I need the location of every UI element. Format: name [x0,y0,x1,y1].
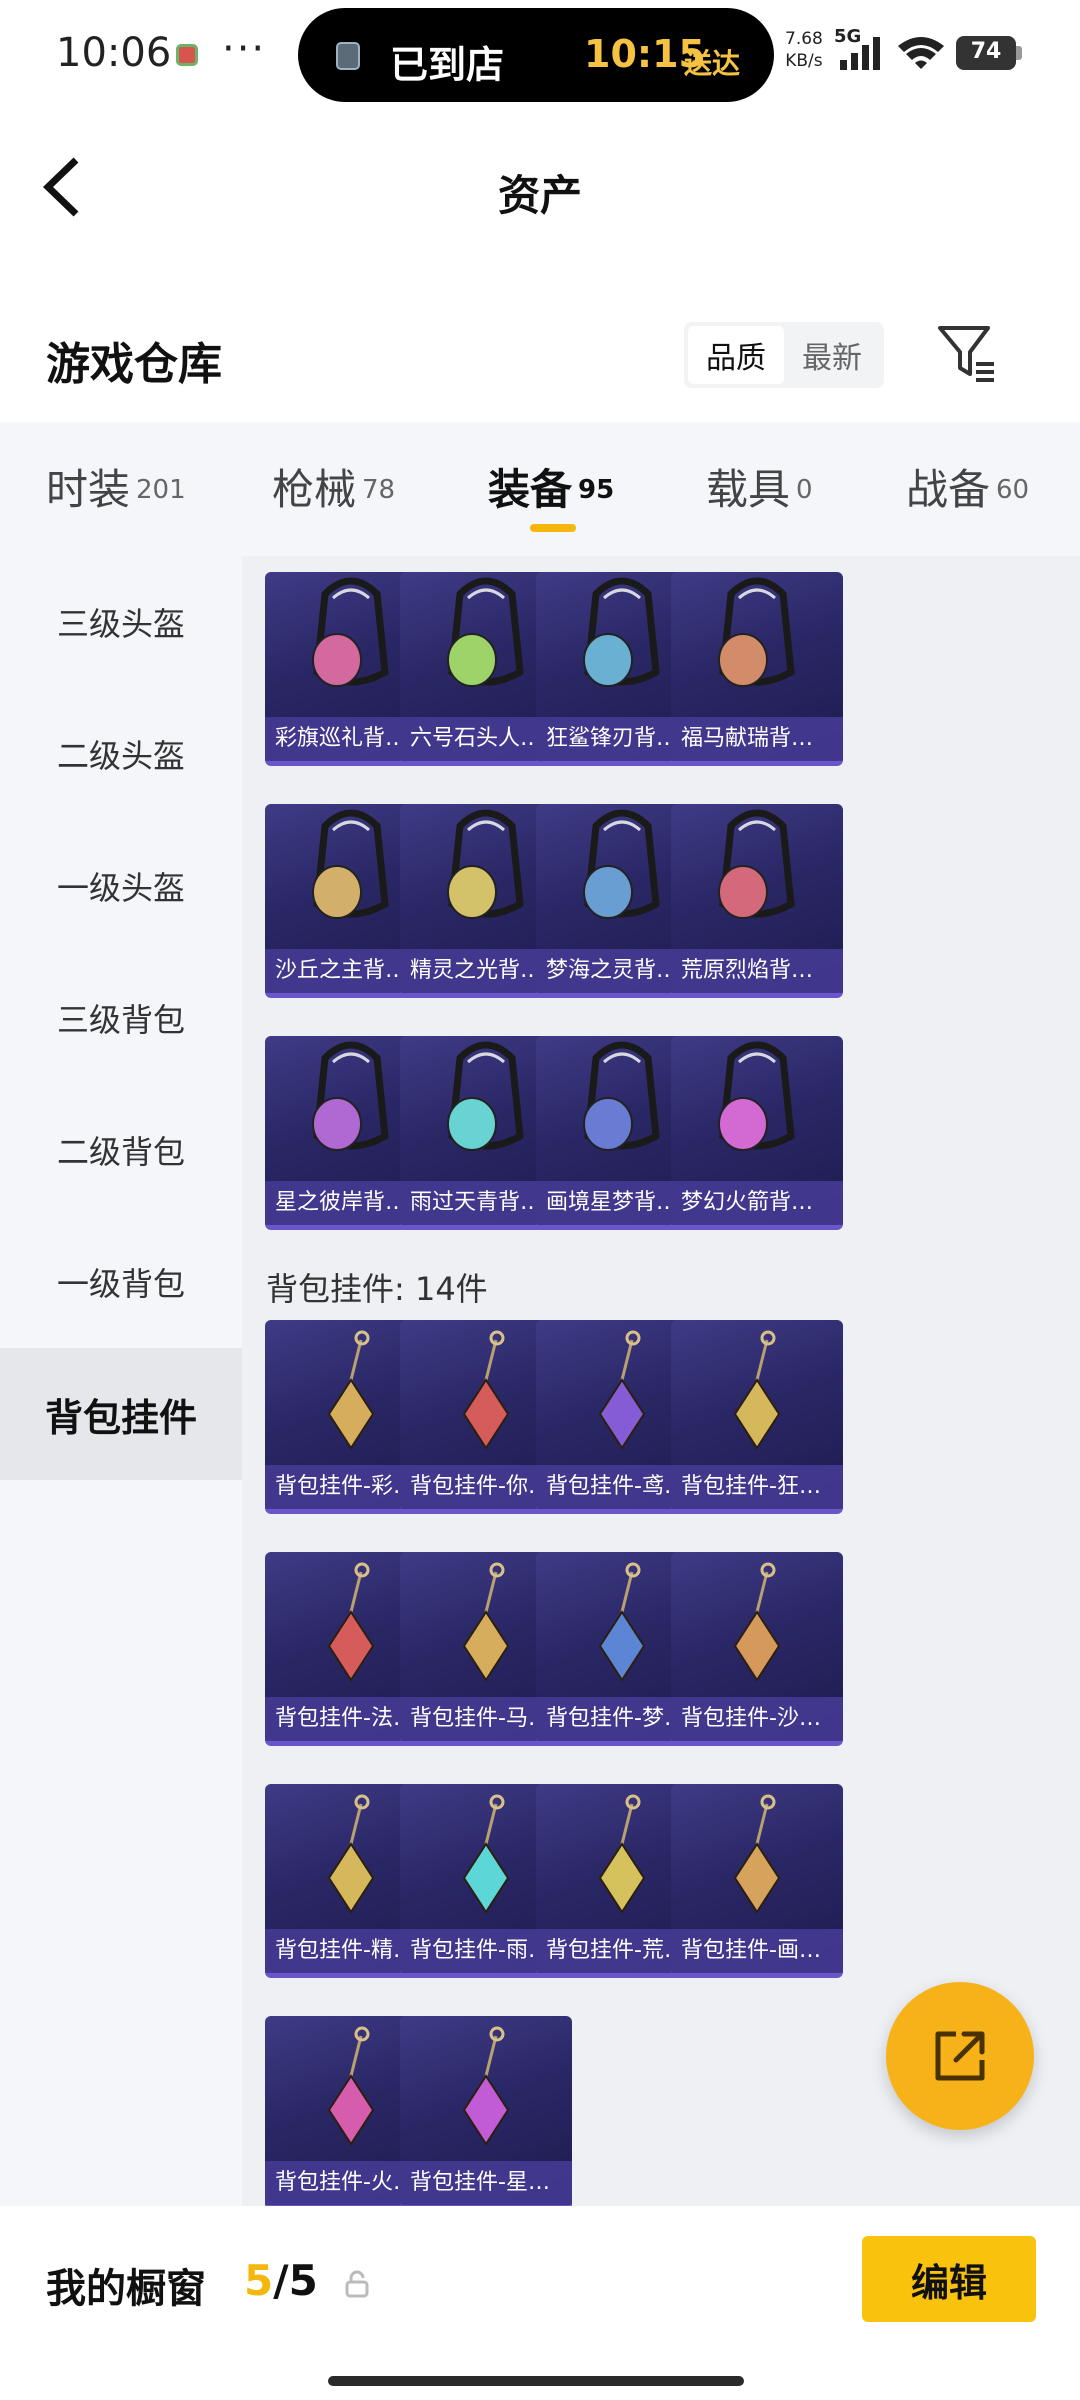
category-tabs: 时装 201 枪械 78 装备 95 载具 0 战备 60 [0,422,1080,556]
live-activity-pill[interactable]: 已到店 10:15 送达 [298,8,774,102]
network-speed-value: 7.68 [785,29,823,49]
pendant-icon [733,1330,781,1450]
active-tab-indicator [530,524,576,532]
pendants-section-label: 背包挂件: 14件 [266,1270,488,1308]
sidebar-item-level3-backpack[interactable]: 三级背包 [0,952,242,1084]
tab-label: 载具 [706,465,791,514]
delivery-app-icon [336,42,360,70]
showcase-label: 我的橱窗 [46,2266,206,2312]
sidebar-item-level3-helmet[interactable]: 三级头盔 [0,556,242,688]
subcategory-sidebar: 三级头盔 二级头盔 一级头盔 三级背包 二级背包 一级背包 背包挂件 [0,556,242,2206]
sort-option-quality[interactable]: 品质 [688,326,784,384]
top-nav: 资产 [0,110,1080,266]
backpack-card[interactable]: 梦幻火箭背… [671,1036,843,1230]
tab-fashion[interactable]: 时装 201 [46,456,186,517]
pendant-card[interactable]: 背包挂件-沙… [671,1552,843,1746]
showcase-bar: 我的橱窗 5/5 编辑 [0,2206,1080,2400]
showcase-count-current: 5 [244,2256,274,2305]
section-title: 游戏仓库 [46,339,222,390]
share-icon [935,2031,985,2081]
status-bar: 10:06 ··· 已到店 10:15 送达 7.68 KB/s 5G 74 [0,0,1080,110]
pendant-icon [462,2026,510,2146]
delivery-status: 已到店 [390,43,505,87]
battery-icon: 74 [956,36,1022,70]
pendant-icon [733,1562,781,1682]
filter-icon[interactable] [936,322,996,384]
sidebar-item-level2-backpack[interactable]: 二级背包 [0,1084,242,1216]
showcase-count-total: 5 [288,2256,318,2305]
network-speed-unit: KB/s [785,51,823,71]
tab-label: 枪械 [272,465,357,514]
tab-tactical[interactable]: 战备 60 [906,456,1029,517]
backpack-icon [718,577,795,687]
tab-label: 装备 [488,465,573,514]
backpack-icon [718,809,795,919]
status-time: 10:06 [56,30,172,76]
item-name: 背包挂件-星… [400,2161,572,2205]
item-name: 荒原烈焰背… [671,949,843,993]
network-speed: 7.68 KB/s [785,28,823,72]
share-button[interactable] [886,1982,1034,2130]
showcase-count: 5/5 [244,2256,318,2305]
tab-count: 201 [136,474,186,505]
showcase-count-sep: / [273,2256,289,2305]
backpack-icon [718,1041,795,1151]
sidebar-item-level2-helmet[interactable]: 二级头盔 [0,688,242,820]
sort-toggle: 品质 最新 [684,322,884,388]
item-name: 福马献瑞背… [671,717,843,761]
home-indicator [328,2376,744,2386]
item-name: 背包挂件-沙… [671,1697,843,1741]
sort-option-newest[interactable]: 最新 [784,326,880,384]
backpack-card[interactable]: 荒原烈焰背… [671,804,843,998]
item-name: 背包挂件-狂… [671,1465,843,1509]
pendant-card[interactable]: 背包挂件-画… [671,1784,843,1978]
item-name: 梦幻火箭背… [671,1181,843,1225]
sidebar-item-backpack-pendant[interactable]: 背包挂件 [0,1348,242,1480]
wifi-icon [898,37,944,69]
tab-count: 78 [362,474,396,505]
pendant-card[interactable]: 背包挂件-星… [400,2016,572,2206]
backpack-card[interactable]: 福马献瑞背… [671,572,843,766]
pendant-icon [733,1794,781,1914]
notification-app-icon [176,44,198,66]
tab-label: 战备 [906,465,991,514]
item-name: 背包挂件-画… [671,1929,843,1973]
tab-equipment[interactable]: 装备 95 [488,456,614,517]
more-notifications-icon: ··· [222,26,267,72]
battery-level: 74 [970,39,1002,64]
signal-icon [840,37,880,70]
edit-button[interactable]: 编辑 [862,2236,1036,2322]
tab-vehicles[interactable]: 载具 0 [706,456,813,517]
tab-label: 时装 [46,465,131,514]
delivery-label: 送达 [684,47,741,80]
page-title: 资产 [497,171,582,220]
sidebar-item-level1-helmet[interactable]: 一级头盔 [0,820,242,952]
item-grid: 背包挂件: 14件 彩旗巡礼背… 六号石头人… 狂鲨锋刃背… 福马献瑞背… 沙丘之主背…… [242,556,1080,2206]
tab-count: 95 [578,474,615,505]
tab-firearms[interactable]: 枪械 78 [272,456,395,517]
sidebar-item-level1-backpack[interactable]: 一级背包 [0,1216,242,1348]
tab-count: 0 [796,474,813,505]
lock-icon [345,2270,369,2298]
pendant-card[interactable]: 背包挂件-狂… [671,1320,843,1514]
tab-count: 60 [996,474,1030,505]
